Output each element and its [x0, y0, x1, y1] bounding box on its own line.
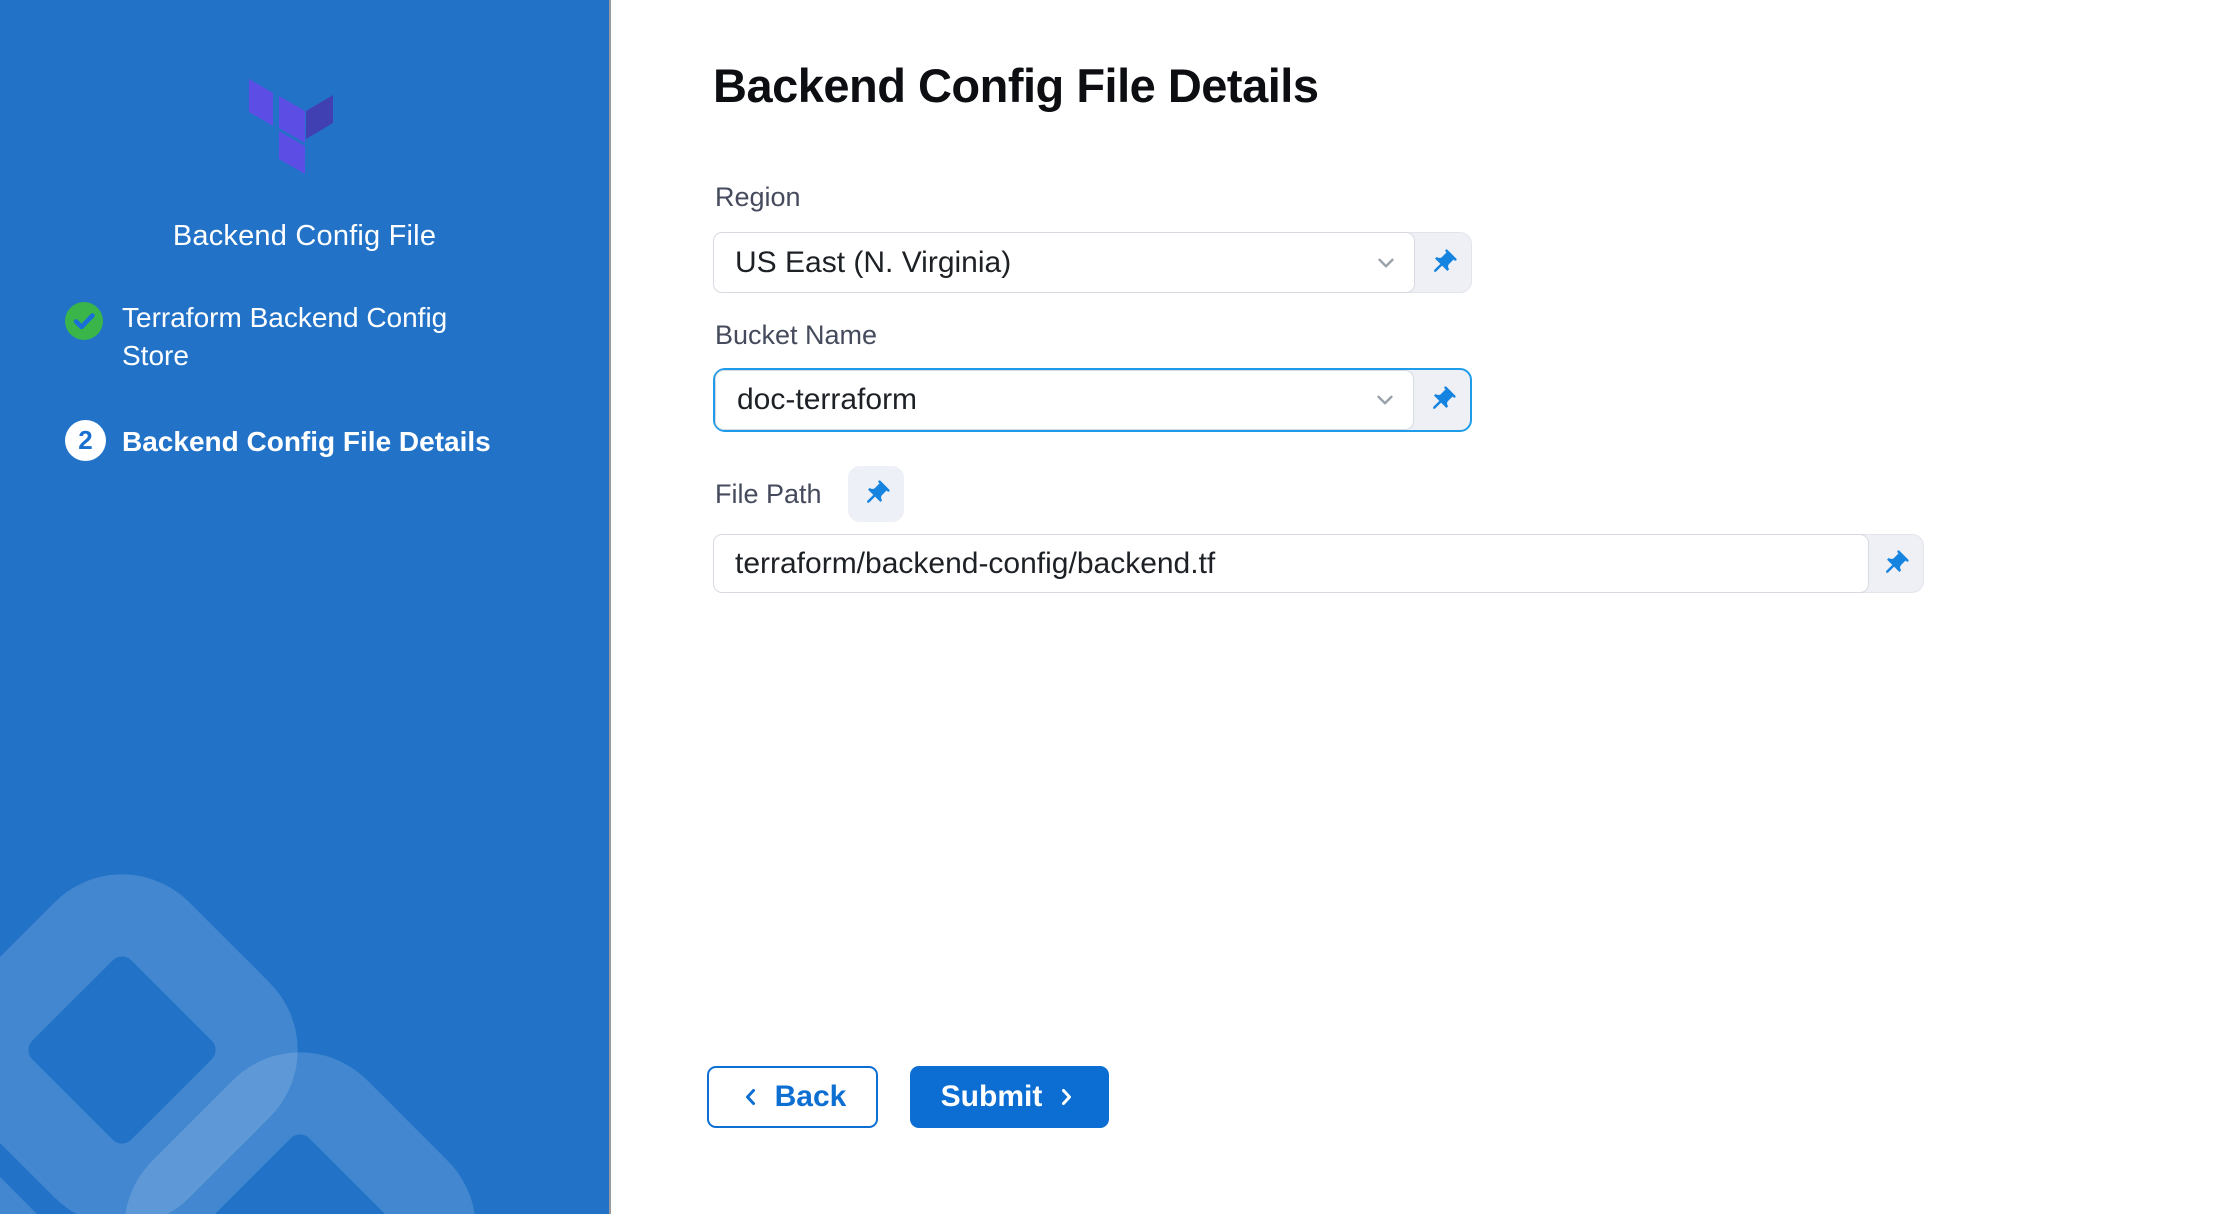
- region-selected-value: US East (N. Virginia): [735, 246, 1011, 280]
- chevron-down-icon: [1372, 387, 1398, 413]
- watermark-logo: [0, 0, 609, 1214]
- chevron-left-icon: [739, 1085, 763, 1109]
- step-label: Terraform Backend Config Store: [122, 299, 502, 375]
- page-title: Backend Config File Details: [713, 58, 1318, 113]
- file-path-input[interactable]: [713, 534, 1869, 593]
- region-label: Region: [715, 182, 801, 213]
- file-path-input-group: [713, 534, 1924, 593]
- step-complete-badge: [65, 302, 103, 340]
- sidebar-title: Backend Config File: [0, 220, 609, 253]
- step-number-badge: 2: [65, 420, 106, 461]
- file-path-label: File Path: [715, 466, 822, 522]
- terraform-logo-icon: [249, 79, 335, 175]
- step-label: Backend Config File Details: [122, 423, 582, 461]
- submit-button[interactable]: Submit: [910, 1066, 1109, 1128]
- wizard-sidebar: Backend Config File Terraform Backend Co…: [0, 0, 611, 1214]
- file-path-pin-button[interactable]: [1867, 535, 1923, 592]
- back-button-label: Back: [775, 1080, 847, 1114]
- pin-icon: [1427, 385, 1457, 415]
- file-path-label-row: File Path: [715, 466, 822, 522]
- bucket-name-select-group: doc-terraform: [713, 368, 1472, 432]
- bucket-name-select[interactable]: doc-terraform: [715, 370, 1414, 430]
- chevron-down-icon: [1373, 250, 1399, 276]
- chevron-right-icon: [1054, 1085, 1078, 1109]
- bucket-name-label: Bucket Name: [715, 320, 877, 351]
- bucket-name-pin-button[interactable]: [1414, 370, 1470, 430]
- submit-button-label: Submit: [941, 1080, 1043, 1114]
- check-icon: [65, 302, 103, 340]
- region-pin-button[interactable]: [1415, 233, 1471, 292]
- pin-icon: [1428, 248, 1458, 278]
- bucket-name-selected-value: doc-terraform: [737, 383, 917, 417]
- region-select[interactable]: US East (N. Virginia): [713, 232, 1415, 293]
- back-button[interactable]: Back: [707, 1066, 878, 1128]
- region-select-group: US East (N. Virginia): [713, 232, 1472, 293]
- file-path-label-pin-button[interactable]: [848, 466, 904, 522]
- pin-icon: [1880, 549, 1910, 579]
- pin-icon: [861, 479, 891, 509]
- wizard-window: Backend Config File Terraform Backend Co…: [0, 0, 2230, 1214]
